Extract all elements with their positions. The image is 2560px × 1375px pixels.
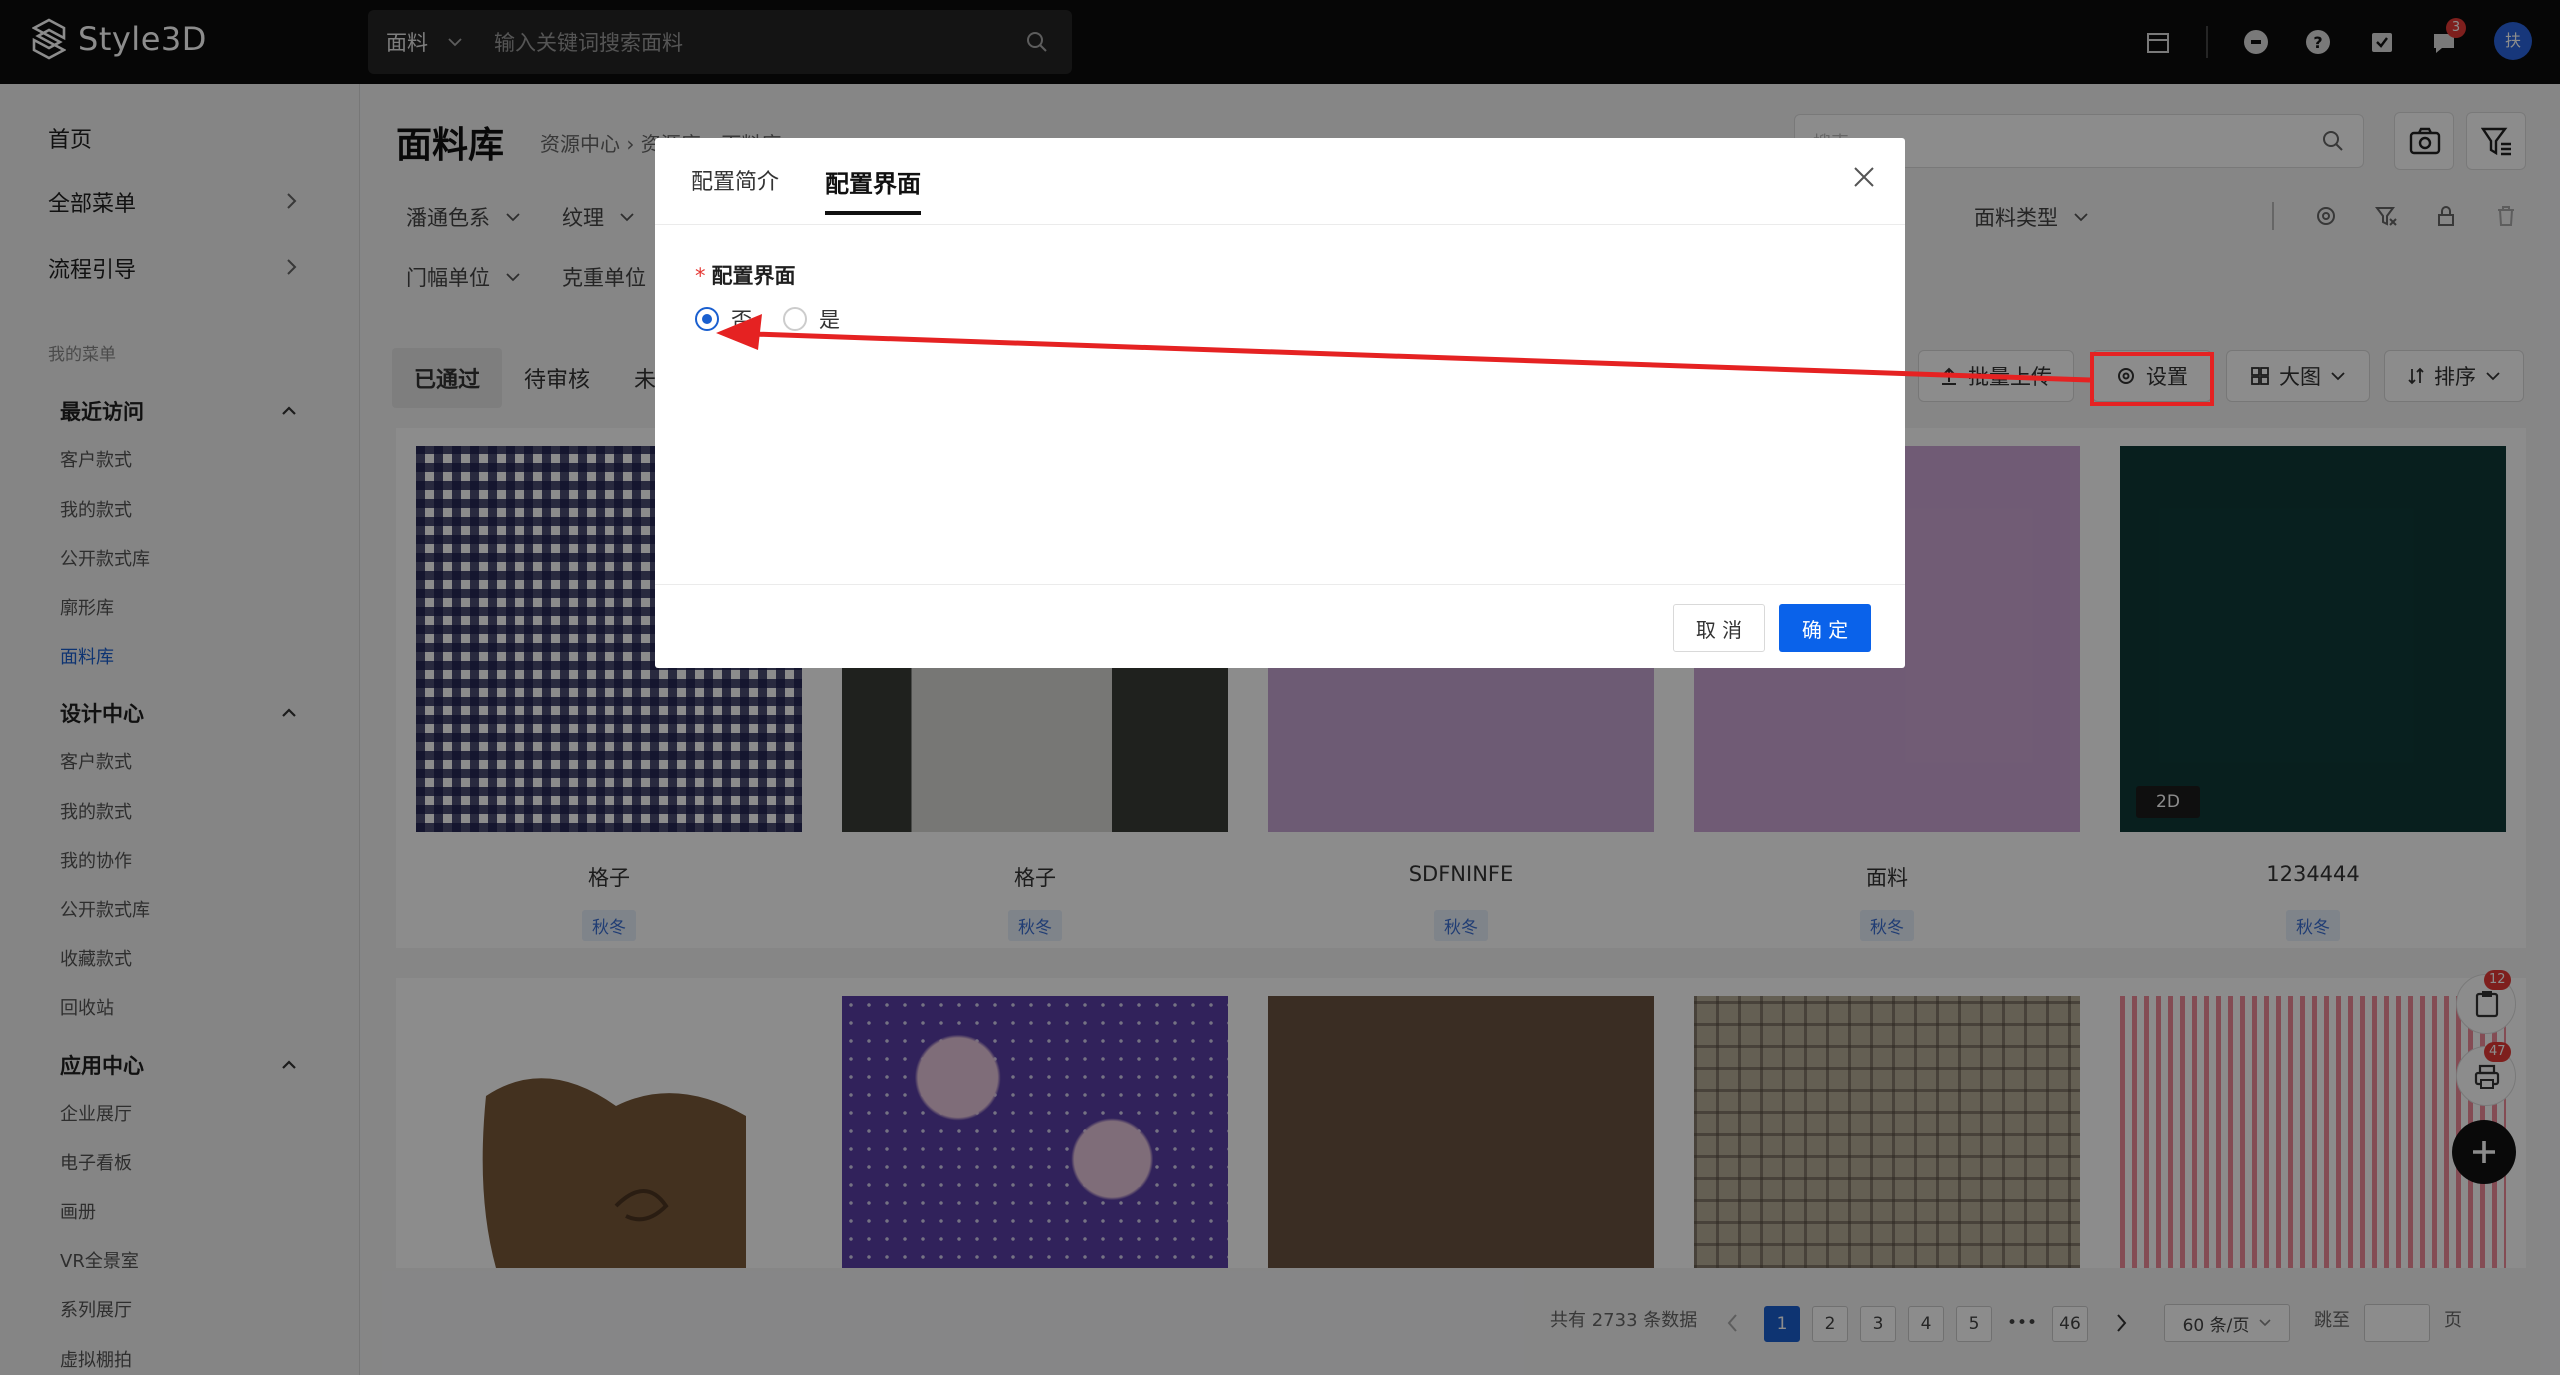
radio-option-no[interactable]: 否 <box>695 304 752 334</box>
radio-circle[interactable] <box>783 307 807 331</box>
tab-config-ui[interactable]: 配置界面 <box>825 164 922 215</box>
confirm-button[interactable]: 确 定 <box>1779 604 1871 652</box>
radio-label: 是 <box>819 308 840 332</box>
tab-config-intro[interactable]: 配置简介 <box>691 164 779 215</box>
required-mark: * <box>695 264 706 288</box>
modal-footer-divider <box>655 584 1905 585</box>
radio-option-yes[interactable]: 是 <box>783 304 840 334</box>
config-ui-label: * 配置界面 <box>695 260 796 290</box>
config-modal: 配置简介 配置界面 * 配置界面 否 是 取 消 确 定 <box>655 138 1905 668</box>
cancel-button[interactable]: 取 消 <box>1673 604 1765 652</box>
modal-divider <box>655 224 1905 225</box>
annotation-highlight-box <box>2090 352 2214 406</box>
field-label-text: 配置界面 <box>711 264 796 288</box>
radio-label: 否 <box>731 308 752 332</box>
close-icon[interactable] <box>1851 164 1877 190</box>
radio-circle-checked[interactable] <box>695 307 719 331</box>
modal-tabs: 配置简介 配置界面 <box>691 164 922 215</box>
